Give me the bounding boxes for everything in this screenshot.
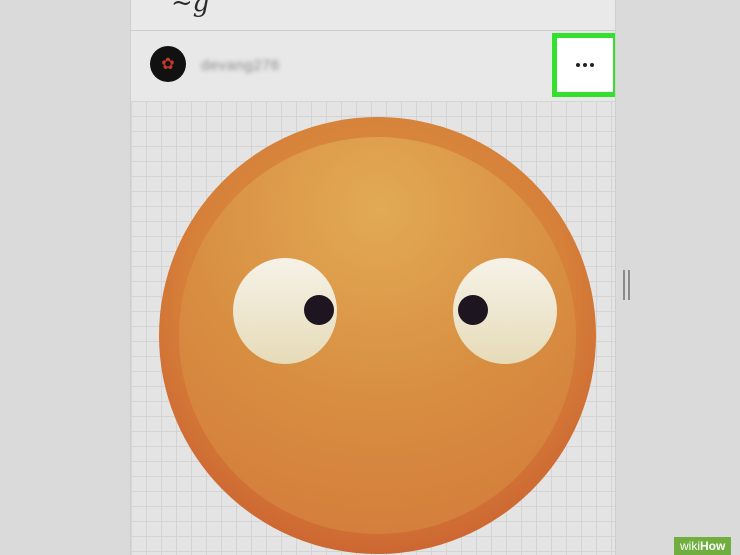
more-options-button[interactable]: [552, 33, 615, 97]
app-logo: ~g: [171, 0, 210, 18]
app-top-bar: ~g: [131, 0, 615, 31]
emoji-face-inner: [179, 137, 576, 534]
watermark-wiki: wiki: [680, 539, 700, 553]
wikihow-watermark: wikiHow: [674, 537, 732, 555]
more-dots-icon: [576, 63, 594, 67]
post-card: ~g ✿ devang276: [130, 0, 616, 555]
post-image[interactable]: [131, 101, 615, 555]
emoji-left-pupil: [304, 295, 334, 325]
emoji-left-eye: [233, 258, 337, 364]
avatar[interactable]: ✿: [150, 46, 186, 82]
emoji-right-eye: [453, 258, 557, 364]
emoji-right-pupil: [458, 295, 488, 325]
watermark-how: How: [700, 539, 726, 553]
post-header: ✿ devang276: [131, 31, 615, 101]
backdrop-left: [0, 0, 130, 555]
avatar-icon: ✿: [161, 56, 175, 73]
username[interactable]: devang276: [201, 57, 280, 74]
scrollbar-handle[interactable]: [623, 270, 630, 300]
emoji-face-image: [159, 117, 596, 554]
backdrop-right: [616, 0, 740, 555]
